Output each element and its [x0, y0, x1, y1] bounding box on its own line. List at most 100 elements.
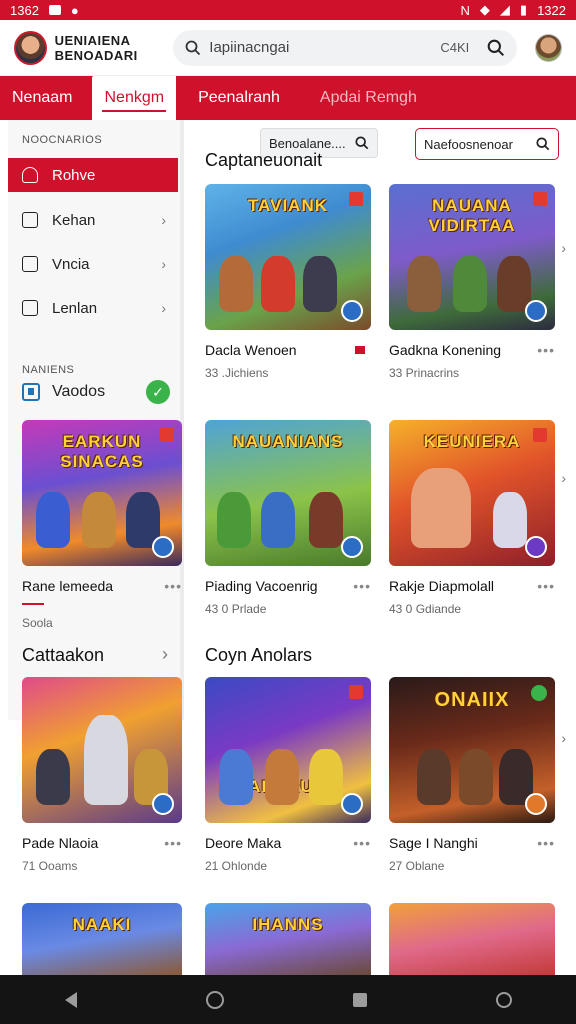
message-icon	[48, 5, 61, 15]
brand-line-2: BENOADARI	[54, 47, 138, 63]
filter-search-big[interactable]: Naefoosnenoar	[415, 128, 559, 160]
wifi-icon: ◆	[479, 2, 490, 17]
status-time-right: 1322	[537, 2, 566, 18]
pin-icon	[160, 428, 174, 442]
platform-badge-icon	[525, 793, 547, 815]
game-thumbnail[interactable]: TAVIANK	[205, 184, 371, 330]
sidebar-item-videos[interactable]: Vaodos ✓	[8, 372, 184, 412]
game-card[interactable]: Pade Nlaoia ••• 71 Ooams	[22, 677, 182, 873]
user-avatar[interactable]	[535, 33, 562, 62]
check-icon	[531, 685, 547, 701]
more-icon[interactable]: •••	[353, 578, 371, 594]
game-meta: 43 0 Prlade	[205, 602, 267, 616]
logo-avatar[interactable]	[14, 30, 47, 65]
brand-line-1: UENIAIENA	[54, 32, 131, 48]
card-title-row: Piading Vacoenrig •••	[205, 578, 371, 594]
chevron-right-icon[interactable]: ›	[561, 240, 566, 256]
game-title: Dacla Wenoen	[205, 342, 297, 358]
chevron-right-icon[interactable]: ›	[561, 470, 566, 486]
section-title-popular: Coyn Anolars	[205, 645, 313, 665]
sidebar-item-1[interactable]: Kehan ›	[8, 198, 180, 242]
search-icon	[185, 40, 201, 55]
more-icon[interactable]: •••	[537, 342, 555, 358]
pin-icon	[349, 685, 363, 699]
status-time-left: 1362	[10, 2, 39, 18]
game-thumbnail[interactable]: ONAIIX	[389, 677, 555, 823]
game-card[interactable]: EARKUN SINACAS Rane lemeeda ••• Soola	[22, 420, 182, 630]
home-icon[interactable]	[205, 990, 224, 1009]
card-title-row: Deore Maka •••	[205, 835, 371, 851]
check-icon: ✓	[146, 380, 170, 404]
game-card[interactable]: SAFGRUAN Deore Maka ••• 21 Ohlonde	[205, 677, 371, 873]
game-card[interactable]: TAVIANK Dacla Wenoen 33 .Jichiens	[205, 184, 371, 380]
notification-icon: ●	[70, 2, 79, 18]
search-icon	[536, 137, 550, 151]
platform-badge-icon	[341, 536, 363, 558]
battery-icon: ▮	[519, 2, 528, 17]
game-thumbnail[interactable]: IHANNS	[205, 903, 371, 975]
box-icon	[22, 212, 38, 228]
game-title: Sage I Nanghi	[389, 835, 478, 851]
game-thumbnail[interactable]: NAUANA VIDIRTAA	[389, 184, 555, 330]
game-title: Rakje Diapmolall	[389, 578, 495, 594]
game-card[interactable]: ONAIIX Sage I Nanghi ••• 27 Oblane	[389, 677, 555, 873]
sidebar-item-label: Kehan	[52, 211, 96, 229]
card-title-row: Rane lemeeda •••	[22, 578, 182, 594]
game-title: Pade Nlaoia	[22, 835, 99, 851]
chevron-right-icon[interactable]: ›	[162, 644, 168, 665]
sidebar-item-3[interactable]: Lenlan ›	[8, 286, 180, 330]
game-title: Deore Maka	[205, 835, 282, 851]
search-submit-icon[interactable]	[487, 39, 505, 57]
chevron-right-icon[interactable]: ›	[561, 730, 566, 746]
game-card[interactable]: KEUNIERA Rakje Diapmolall ••• 43 0 Gdiand…	[389, 420, 555, 616]
tab-1[interactable]: Nenkgm	[92, 76, 177, 120]
tab-0[interactable]: Nenaam	[0, 76, 84, 120]
game-meta: 33 .Jichiens	[205, 366, 269, 380]
game-thumbnail[interactable]: NAUANIANS	[205, 420, 371, 566]
more-icon[interactable]: •••	[353, 835, 371, 851]
brand-title: UENIAIENA BENOADARI	[55, 33, 160, 63]
game-art-title: EARKUN SINACAS	[60, 432, 144, 471]
search-input[interactable]: Iapiinacngai C4KI	[173, 29, 518, 66]
card-title-row: Pade Nlaoia •••	[22, 835, 182, 851]
progress-dash	[22, 594, 182, 612]
more-icon[interactable]: •••	[537, 835, 555, 851]
card-title-row: Sage I Nanghi •••	[389, 835, 555, 851]
game-card[interactable]: IHANNS	[205, 903, 371, 975]
game-thumbnail[interactable]: NAAKI	[22, 903, 182, 975]
section-title-catalog: Cattaakon	[22, 645, 105, 665]
game-card[interactable]: NAAKI	[22, 903, 182, 975]
tab-3[interactable]: Apdai Remgh	[308, 76, 429, 120]
pin-icon	[533, 428, 547, 442]
app-header: UENIAIENA BENOADARI Iapiinacngai C4KI	[0, 20, 576, 76]
back-icon[interactable]	[64, 991, 77, 1008]
card-title-row: Dacla Wenoen	[205, 342, 371, 358]
game-thumbnail[interactable]	[22, 677, 182, 823]
game-title: Gadkna Konening	[389, 342, 502, 358]
nfc-indicator: N	[460, 2, 470, 18]
sidebar-item-2[interactable]: Vncia ›	[8, 242, 180, 286]
game-thumbnail[interactable]: EARKUN SINACAS	[22, 420, 182, 566]
sidebar-item-0[interactable]: Rohve	[8, 158, 178, 192]
game-meta: Soola	[22, 616, 53, 630]
more-icon[interactable]: •••	[537, 578, 555, 594]
game-card[interactable]: NAUANIANS Piading Vacoenrig ••• 43 0 Prla…	[205, 420, 371, 616]
game-art-title: NAUANIANS	[232, 432, 344, 451]
game-card[interactable]: NAUANA VIDIRTAA Gadkna Konening ••• 33 Pr…	[389, 184, 555, 380]
platform-badge-icon	[152, 793, 174, 815]
game-art-title: NAAKI	[72, 915, 132, 934]
accessibility-icon[interactable]	[495, 991, 512, 1008]
game-thumbnail[interactable]: SAFGRUAN	[205, 677, 371, 823]
game-thumbnail[interactable]	[389, 903, 555, 975]
game-thumbnail[interactable]: KEUNIERA	[389, 420, 555, 566]
chevron-right-icon: ›	[161, 300, 166, 316]
more-icon[interactable]: •••	[164, 835, 182, 851]
game-art-title: NAUANA VIDIRTAA	[428, 196, 516, 235]
recents-icon[interactable]	[352, 992, 367, 1007]
sidebar-section-title: NOOCNARIOS	[22, 134, 103, 146]
game-card[interactable]	[389, 903, 555, 975]
more-icon[interactable]: •••	[164, 578, 182, 594]
tab-2[interactable]: Peenalranh	[186, 76, 292, 120]
game-meta: 71 Ooams	[22, 859, 78, 873]
clock-icon	[22, 300, 38, 316]
